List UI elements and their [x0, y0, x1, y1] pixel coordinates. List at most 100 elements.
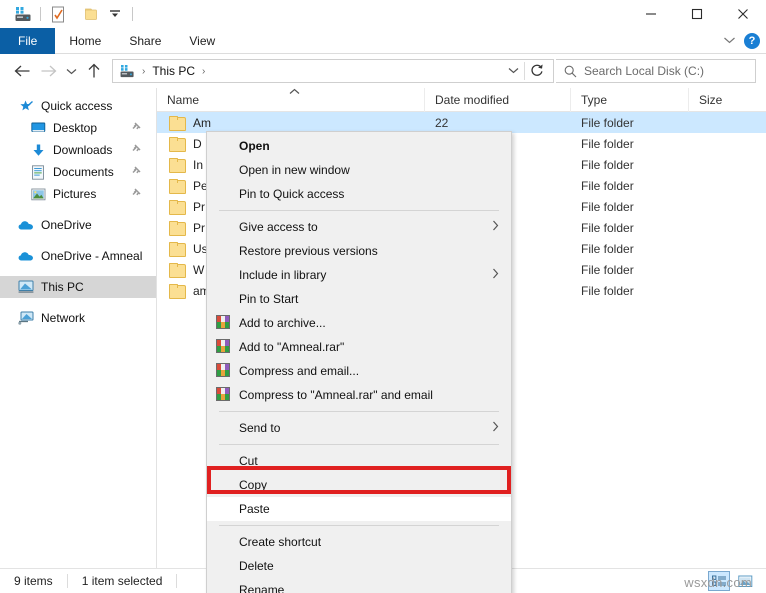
forward-button[interactable]	[36, 59, 60, 83]
menu-item-open[interactable]: Open	[207, 134, 511, 158]
menu-item-send-to[interactable]: Send to	[207, 416, 511, 440]
column-header-date-modified[interactable]: Date modified	[425, 88, 571, 112]
sidebar-item-onedrive[interactable]: OneDrive	[0, 214, 156, 236]
menu-item-create-shortcut-label: Create shortcut	[239, 535, 321, 549]
menu-item-give-access-to[interactable]: Give access to	[207, 215, 511, 239]
maximize-button[interactable]	[674, 0, 720, 28]
menu-separator-4	[219, 525, 499, 526]
sidebar-item-pictures[interactable]: Pictures	[0, 183, 156, 205]
tab-view[interactable]: View	[175, 28, 229, 54]
help-icon[interactable]: ?	[744, 33, 760, 49]
menu-item-restore-previous-versions[interactable]: Restore previous versions	[207, 239, 511, 263]
back-button[interactable]	[10, 59, 34, 83]
breadcrumb-separator-2[interactable]: ›	[200, 66, 207, 77]
minimize-button[interactable]	[628, 0, 674, 28]
sidebar-item-network[interactable]: Network	[0, 307, 156, 329]
menu-item-include-in-library[interactable]: Include in library	[207, 263, 511, 287]
properties-icon[interactable]	[47, 3, 69, 25]
sidebar-item-onedrive-amneal[interactable]: OneDrive - Amneal	[0, 245, 156, 267]
sidebar-item-desktop[interactable]: Desktop	[0, 117, 156, 139]
pin-icon[interactable]	[131, 165, 142, 179]
ribbon-tab-bar: File Home Share View ?	[0, 28, 766, 54]
column-header-date-label: Date modified	[435, 93, 509, 107]
menu-item-paste[interactable]: Paste	[207, 497, 511, 521]
menu-item-cut[interactable]: Cut	[207, 449, 511, 473]
menu-item-include-in-library-label: Include in library	[239, 268, 326, 282]
column-header-type[interactable]: Type	[571, 88, 689, 112]
menu-item-cut-label: Cut	[239, 454, 258, 468]
menu-item-restore-previous-versions-label: Restore previous versions	[239, 244, 378, 258]
close-button[interactable]	[720, 0, 766, 28]
recent-locations-button[interactable]	[62, 59, 80, 83]
tab-home-label: Home	[69, 34, 101, 48]
status-item-count: 9 items	[0, 574, 67, 588]
nav-gap-4	[0, 298, 156, 307]
menu-item-pin-to-quick-access[interactable]: Pin to Quick access	[207, 182, 511, 206]
refresh-icon[interactable]	[525, 63, 549, 80]
title-bar	[0, 0, 766, 28]
sidebar-item-quick-access-label: Quick access	[41, 99, 112, 113]
customize-chevron-icon[interactable]	[104, 3, 126, 25]
ribbon-right-controls: ?	[723, 28, 760, 54]
pin-icon[interactable]	[131, 187, 142, 201]
tab-file[interactable]: File	[0, 28, 55, 54]
help-label: ?	[749, 35, 756, 47]
column-header-size[interactable]: Size	[689, 88, 759, 112]
column-header-name-label: Name	[167, 93, 199, 107]
nav-gap-2	[0, 236, 156, 245]
this-pc-icon[interactable]	[12, 3, 34, 25]
menu-item-add-to-named-archive[interactable]: Add to "Amneal.rar"	[207, 335, 511, 359]
tab-share[interactable]: Share	[115, 28, 175, 54]
menu-item-add-to-archive[interactable]: Add to archive...	[207, 311, 511, 335]
new-folder-icon[interactable]	[82, 3, 104, 25]
pin-icon[interactable]	[131, 143, 142, 157]
menu-item-compress-to-named-and-email-label: Compress to "Amneal.rar" and email	[239, 388, 433, 402]
expand-ribbon-icon[interactable]	[723, 36, 736, 47]
menu-item-pin-to-start[interactable]: Pin to Start	[207, 287, 511, 311]
row-name-label: Am	[193, 116, 211, 130]
menu-item-delete[interactable]: Delete	[207, 554, 511, 578]
column-header-name[interactable]: Name	[157, 88, 425, 112]
pictures-icon	[30, 186, 46, 202]
folder-icon	[169, 158, 185, 171]
star-pin-icon	[18, 98, 34, 114]
sidebar-item-quick-access[interactable]: Quick access	[0, 95, 156, 117]
folder-icon	[169, 200, 185, 213]
folder-icon	[169, 284, 185, 297]
menu-item-compress-to-named-and-email[interactable]: Compress to "Amneal.rar" and email	[207, 383, 511, 407]
menu-item-create-shortcut[interactable]: Create shortcut	[207, 530, 511, 554]
folder-icon	[169, 242, 185, 255]
table-row[interactable]: Am 22 File folder	[157, 112, 766, 133]
menu-item-rename-label: Rename	[239, 583, 284, 593]
menu-item-rename[interactable]: Rename	[207, 578, 511, 593]
menu-item-copy[interactable]: Copy	[207, 473, 511, 497]
search-input[interactable]: Search Local Disk (C:)	[584, 64, 704, 78]
breadcrumb[interactable]: › This PC ›	[117, 64, 210, 78]
row-type-cell: File folder	[571, 158, 689, 172]
menu-item-open-in-new-window[interactable]: Open in new window	[207, 158, 511, 182]
address-dropdown-icon[interactable]	[502, 66, 524, 77]
sidebar-item-this-pc[interactable]: This PC	[0, 276, 156, 298]
up-button[interactable]	[82, 59, 106, 83]
tab-file-label: File	[18, 34, 37, 48]
row-date-cell: 22	[425, 116, 571, 130]
row-name-label: In	[193, 158, 203, 172]
folder-icon	[169, 179, 185, 192]
pin-icon[interactable]	[131, 121, 142, 135]
this-pc-icon	[18, 279, 34, 295]
tab-share-label: Share	[129, 34, 161, 48]
address-bar[interactable]: › This PC ›	[112, 59, 554, 83]
row-type-cell: File folder	[571, 242, 689, 256]
breadcrumb-item-this-pc[interactable]: This PC	[152, 64, 195, 78]
menu-item-send-to-label: Send to	[239, 421, 280, 435]
menu-item-compress-and-email[interactable]: Compress and email...	[207, 359, 511, 383]
menu-item-copy-label: Copy	[239, 478, 267, 492]
chevron-right-icon	[492, 220, 499, 234]
sidebar-item-documents[interactable]: Documents	[0, 161, 156, 183]
breadcrumb-separator-1[interactable]: ›	[140, 66, 147, 77]
desktop-icon	[30, 120, 46, 136]
sidebar-item-downloads[interactable]: Downloads	[0, 139, 156, 161]
search-box[interactable]: Search Local Disk (C:)	[556, 59, 756, 83]
tab-home[interactable]: Home	[55, 28, 115, 54]
sidebar-item-downloads-label: Downloads	[53, 143, 112, 157]
